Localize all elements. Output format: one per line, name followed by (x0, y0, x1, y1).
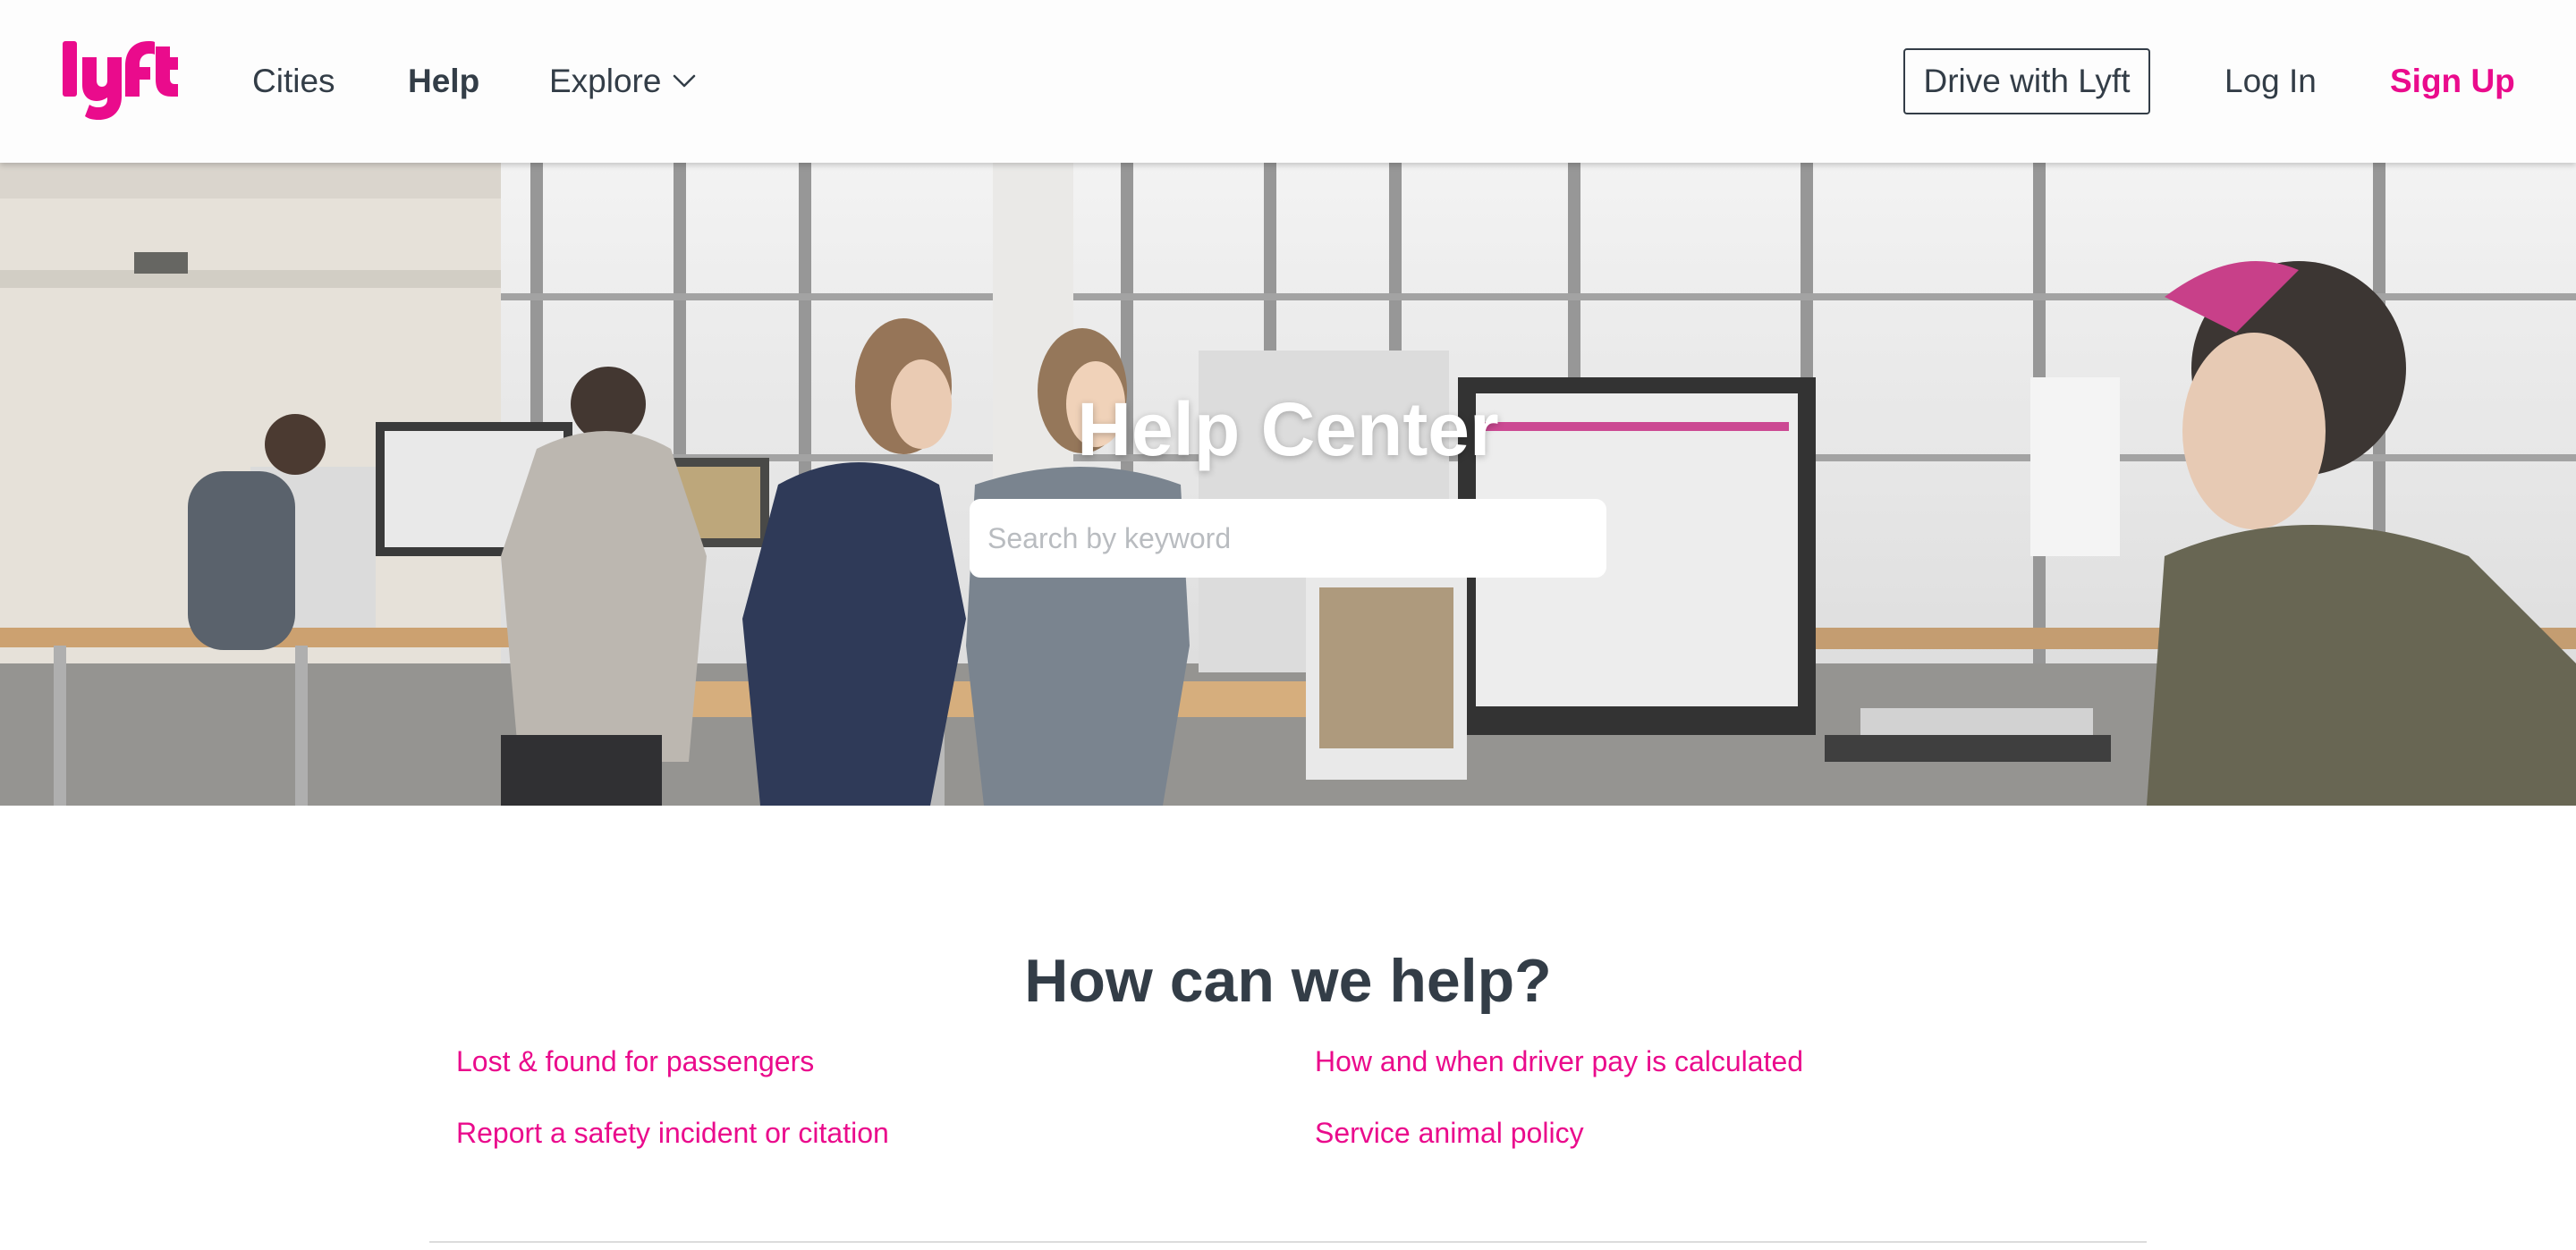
login-link[interactable]: Log In (2224, 59, 2317, 104)
chevron-down-icon[interactable] (673, 72, 696, 89)
link-safety-incident[interactable]: Report a safety incident or citation (456, 1113, 889, 1153)
signup-link[interactable]: Sign Up (2390, 59, 2515, 104)
section-divider (429, 1241, 2147, 1243)
search-input[interactable] (970, 499, 1606, 578)
link-service-animal[interactable]: Service animal policy (1315, 1113, 1584, 1153)
site-header: Cities Help Explore Drive with Lyft Log … (0, 0, 2576, 163)
section-heading: How can we help? (1024, 947, 1552, 1015)
hero-banner: Help Center (0, 163, 2576, 806)
nav-cities[interactable]: Cities (252, 59, 335, 104)
link-lost-and-found[interactable]: Lost & found for passengers (456, 1042, 814, 1081)
office-photo (0, 163, 2576, 806)
page-title: Help Center (1077, 387, 1499, 471)
drive-with-lyft-button[interactable]: Drive with Lyft (1903, 48, 2150, 114)
nav-explore[interactable]: Explore (549, 59, 661, 104)
lyft-logo[interactable] (61, 39, 179, 122)
lyft-logo-icon (63, 41, 178, 120)
link-driver-pay[interactable]: How and when driver pay is calculated (1315, 1042, 1803, 1081)
nav-help[interactable]: Help (408, 59, 479, 104)
